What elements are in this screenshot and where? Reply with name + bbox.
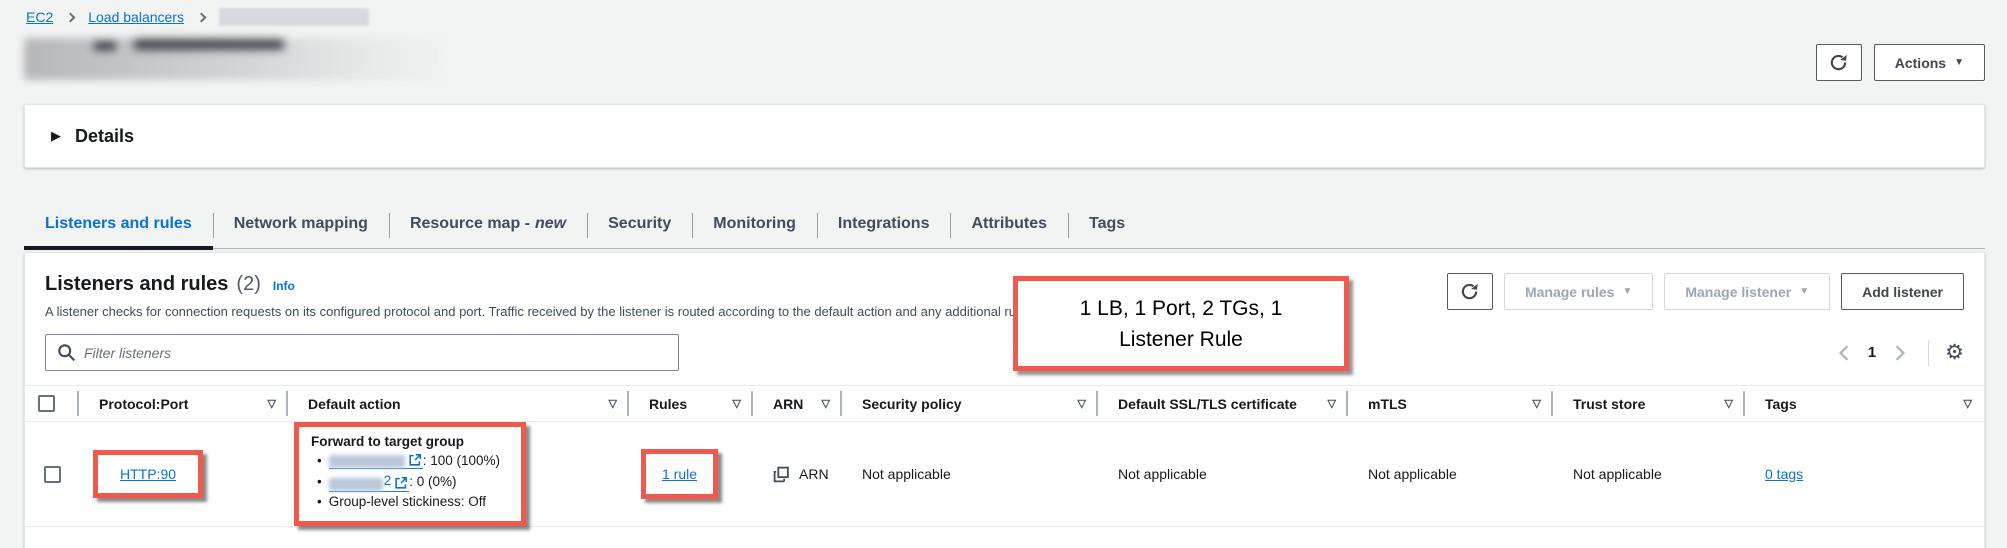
section-description: A listener checks for connection request…: [45, 304, 1036, 319]
new-badge: new: [535, 215, 566, 232]
breadcrumb-link-load-balancers[interactable]: Load balancers: [88, 9, 184, 25]
listeners-table: Protocol:Port ▽ Default action ▽ Rules ▽…: [25, 385, 1984, 527]
target-group-1-link[interactable]: [329, 453, 423, 469]
group-level-stickiness: Group-level stickiness: Off: [329, 492, 486, 512]
column-header-tags[interactable]: Tags ▽: [1745, 386, 1984, 421]
section-title: Listeners and rules: [45, 273, 228, 296]
target-group-2-redacted-name: [329, 478, 383, 491]
add-listener-button[interactable]: Add listener: [1841, 273, 1964, 310]
tab-monitoring[interactable]: Monitoring: [692, 202, 817, 248]
tab-network-mapping[interactable]: Network mapping: [213, 202, 389, 248]
row-checkbox[interactable]: [44, 466, 61, 483]
annotation-text: 1 LB, 1 Port, 2 TGs, 1 Listener Rule: [1018, 289, 1344, 359]
target-group-1-weight: : 100 (100%): [423, 451, 500, 471]
refresh-listeners-button[interactable]: [1447, 273, 1493, 310]
chevron-right-icon: [66, 12, 76, 22]
column-header-ssl-certificate[interactable]: Default SSL/TLS certificate ▽: [1098, 386, 1348, 421]
column-header-arn[interactable]: ARN ▽: [753, 386, 842, 421]
chevron-right-icon: [197, 12, 207, 22]
column-header-rules[interactable]: Rules ▽: [629, 386, 753, 421]
external-link-icon: [394, 476, 408, 490]
actions-button-label: Actions: [1895, 55, 1946, 71]
sort-icon[interactable]: ▽: [1717, 397, 1733, 410]
tab-resource-map[interactable]: Resource map -new: [389, 202, 587, 248]
sort-icon[interactable]: ▽: [814, 397, 830, 410]
expand-arrow-icon[interactable]: ▶: [51, 128, 61, 144]
target-group-2-weight: : 0 (0%): [409, 472, 456, 492]
highlight-box-default-action: Forward to target group • : 100 (100%): [294, 422, 526, 526]
target-group-2-link[interactable]: 2: [329, 471, 410, 492]
details-panel-title: Details: [75, 126, 134, 147]
sort-icon[interactable]: ▽: [1070, 397, 1086, 410]
security-policy-value: Not applicable: [862, 466, 951, 482]
next-page-button[interactable]: [1888, 341, 1912, 365]
column-header-mtls[interactable]: mTLS ▽: [1348, 386, 1553, 421]
listener-link-http-90[interactable]: HTTP:90: [120, 466, 176, 482]
tab-integrations[interactable]: Integrations: [817, 202, 951, 248]
pagination: 1 ⚙: [1832, 340, 1964, 366]
target-group-2-visible-suffix: 2: [384, 471, 392, 491]
mtls-value: Not applicable: [1368, 466, 1457, 482]
sort-icon[interactable]: ▽: [601, 397, 617, 410]
search-icon: [57, 343, 76, 362]
sort-icon[interactable]: ▽: [1525, 397, 1541, 410]
highlight-box-rules: 1 rule: [641, 449, 718, 499]
select-all-checkbox[interactable]: [38, 395, 55, 412]
filter-listeners-input[interactable]: [45, 334, 679, 371]
divider: [1928, 340, 1929, 366]
manage-listener-button[interactable]: Manage listener ▼: [1664, 273, 1830, 310]
target-group-1-redacted-name: [329, 455, 405, 468]
listeners-panel: Listeners and rules (2) Info A listener …: [24, 252, 1985, 548]
info-link[interactable]: Info: [273, 279, 295, 293]
chevron-right-icon: [1894, 345, 1906, 361]
caret-down-icon: ▼: [1799, 286, 1809, 297]
breadcrumb-redacted-lb-name: [219, 8, 369, 26]
refresh-icon: [1460, 282, 1479, 301]
breadcrumb: EC2 Load balancers: [0, 0, 2007, 26]
external-link-icon: [408, 453, 422, 467]
sort-icon[interactable]: ▽: [725, 397, 741, 410]
tab-security[interactable]: Security: [587, 202, 692, 248]
annotation-note-box: 1 LB, 1 Port, 2 TGs, 1 Listener Rule: [1013, 276, 1349, 371]
caret-down-icon: ▼: [1954, 57, 1964, 68]
arn-label: ARN: [799, 466, 829, 482]
rules-link[interactable]: 1 rule: [662, 466, 697, 482]
sort-icon[interactable]: ▽: [1956, 397, 1972, 410]
details-panel[interactable]: ▶ Details: [24, 104, 1985, 168]
column-header-security-policy[interactable]: Security policy ▽: [842, 386, 1098, 421]
table-row: HTTP:90 Forward to target group •: [25, 422, 1984, 527]
refresh-icon: [1829, 53, 1848, 72]
current-page-number[interactable]: 1: [1860, 344, 1884, 361]
tab-bar: Listeners and rules Network mapping Reso…: [24, 202, 1985, 249]
default-action-title: Forward to target group: [311, 434, 509, 449]
chevron-left-icon: [1838, 345, 1850, 361]
manage-rules-button[interactable]: Manage rules ▼: [1504, 273, 1653, 310]
tags-link[interactable]: 0 tags: [1765, 466, 1803, 482]
listener-count: (2): [236, 273, 260, 296]
preferences-gear-button[interactable]: ⚙: [1945, 342, 1964, 363]
page-header: Actions ▼: [0, 30, 2007, 90]
highlight-box-protocol-port: HTTP:90: [93, 450, 203, 498]
column-header-trust-store[interactable]: Trust store ▽: [1553, 386, 1745, 421]
tab-tags[interactable]: Tags: [1068, 202, 1146, 248]
refresh-button[interactable]: [1816, 44, 1862, 81]
column-header-protocol-port[interactable]: Protocol:Port ▽: [79, 386, 288, 421]
table-header-row: Protocol:Port ▽ Default action ▽ Rules ▽…: [25, 385, 1984, 422]
trust-store-value: Not applicable: [1573, 466, 1662, 482]
copy-icon[interactable]: [773, 466, 790, 483]
column-header-default-action[interactable]: Default action ▽: [288, 386, 629, 421]
previous-page-button[interactable]: [1832, 341, 1856, 365]
breadcrumb-link-ec2[interactable]: EC2: [26, 9, 53, 25]
sort-icon[interactable]: ▽: [260, 397, 276, 410]
sort-icon[interactable]: ▽: [1320, 397, 1336, 410]
caret-down-icon: ▼: [1622, 286, 1632, 297]
actions-button[interactable]: Actions ▼: [1874, 44, 1985, 81]
tab-attributes[interactable]: Attributes: [950, 202, 1068, 248]
page-title-redacted: [24, 38, 444, 80]
tab-listeners-and-rules[interactable]: Listeners and rules: [24, 202, 213, 248]
ssl-certificate-value: Not applicable: [1118, 466, 1207, 482]
